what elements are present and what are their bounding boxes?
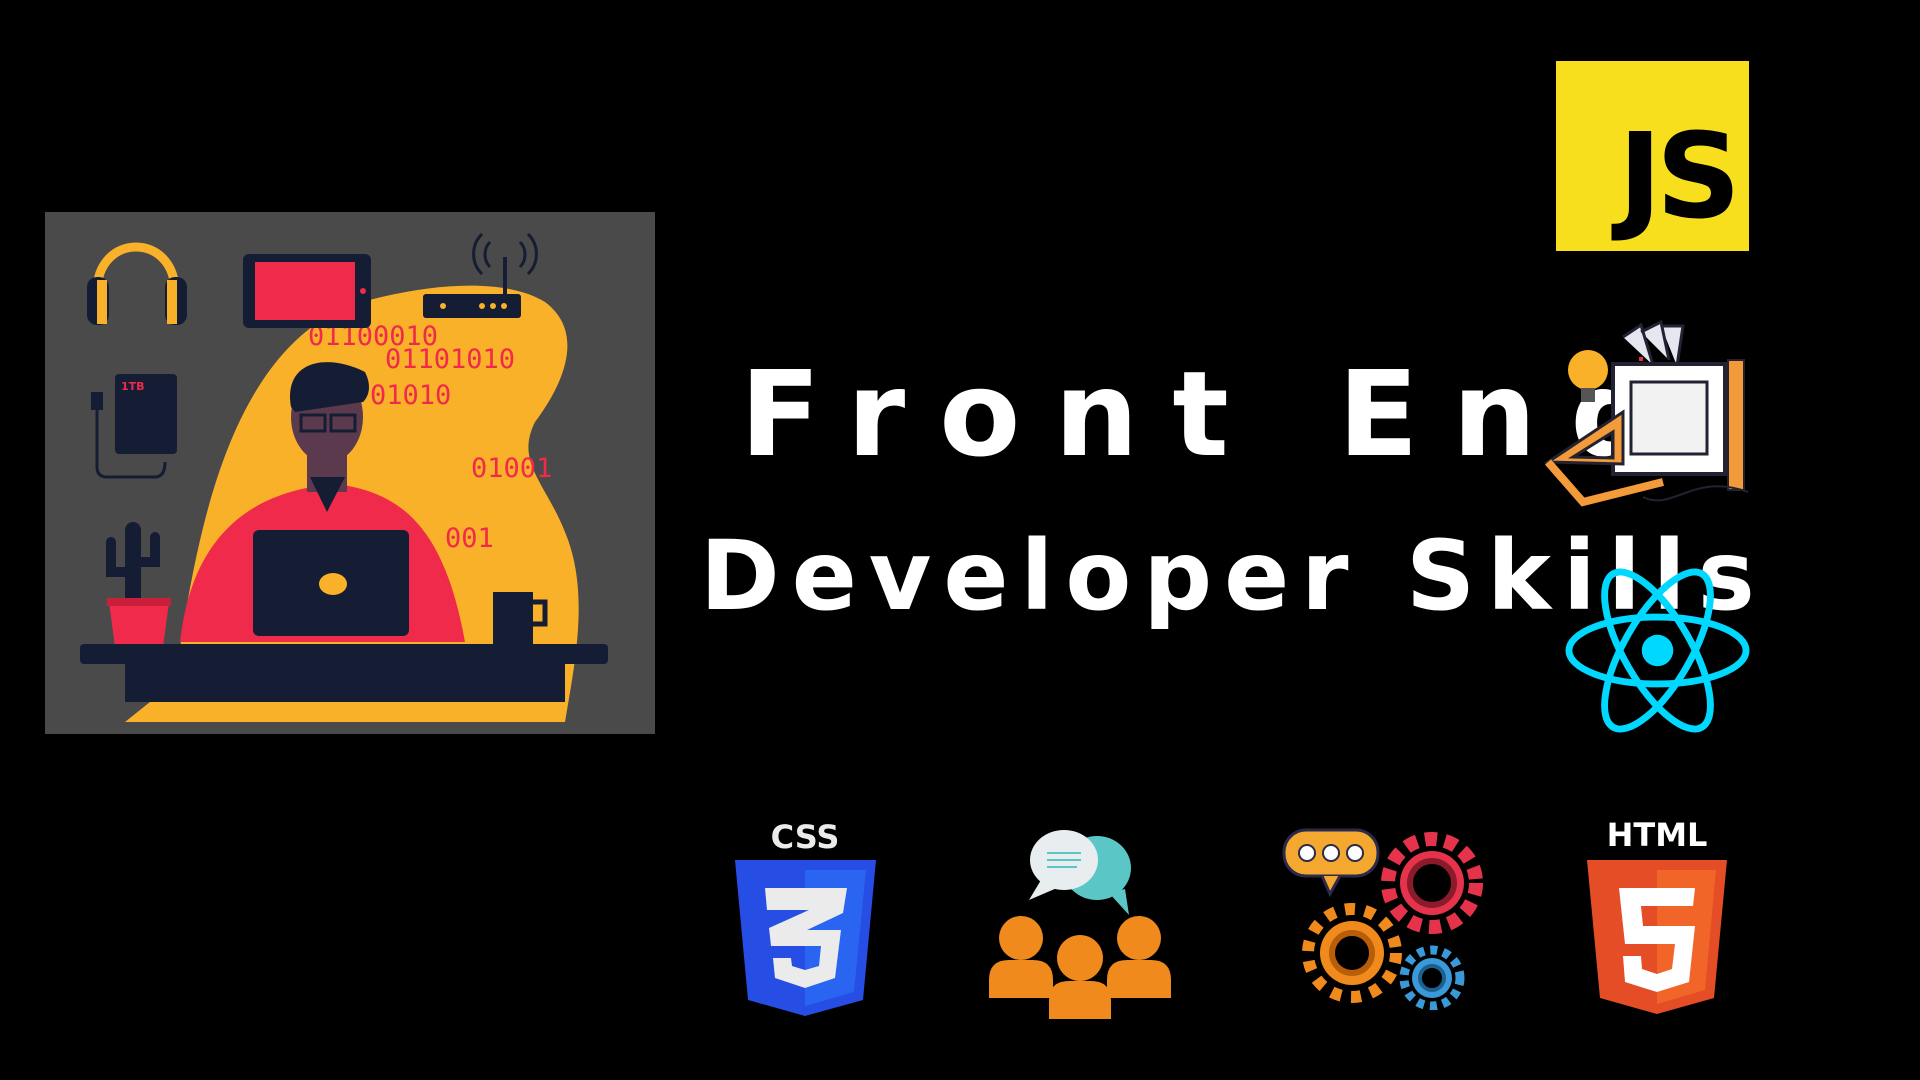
binary-text: 001 [445, 523, 494, 554]
developer-illustration: 01100010 01101010 01010 01001 001 1TB [45, 212, 655, 734]
desk [80, 644, 608, 664]
tablet-icon [243, 254, 371, 328]
svg-text:1TB: 1TB [121, 380, 145, 393]
css-label: CSS [771, 818, 840, 856]
html5-icon: HTML [1587, 816, 1727, 1014]
design-tools-icon [1543, 319, 1749, 507]
binary-text: 01010 [370, 380, 451, 411]
js-logo: JS [1556, 61, 1749, 251]
binary-text: 01001 [471, 453, 552, 484]
title-line-1: Front End [740, 345, 1689, 483]
gears-chat-icon [1282, 828, 1483, 1010]
html-label: HTML [1607, 816, 1708, 854]
js-logo-text: JS [1618, 107, 1741, 245]
css3-icon: CSS [735, 818, 876, 1016]
binary-text: 01101010 [385, 344, 515, 375]
react-icon [1565, 568, 1750, 733]
team-communication-icon [989, 830, 1171, 1019]
title-line-2: Developer Skills [700, 520, 1767, 632]
